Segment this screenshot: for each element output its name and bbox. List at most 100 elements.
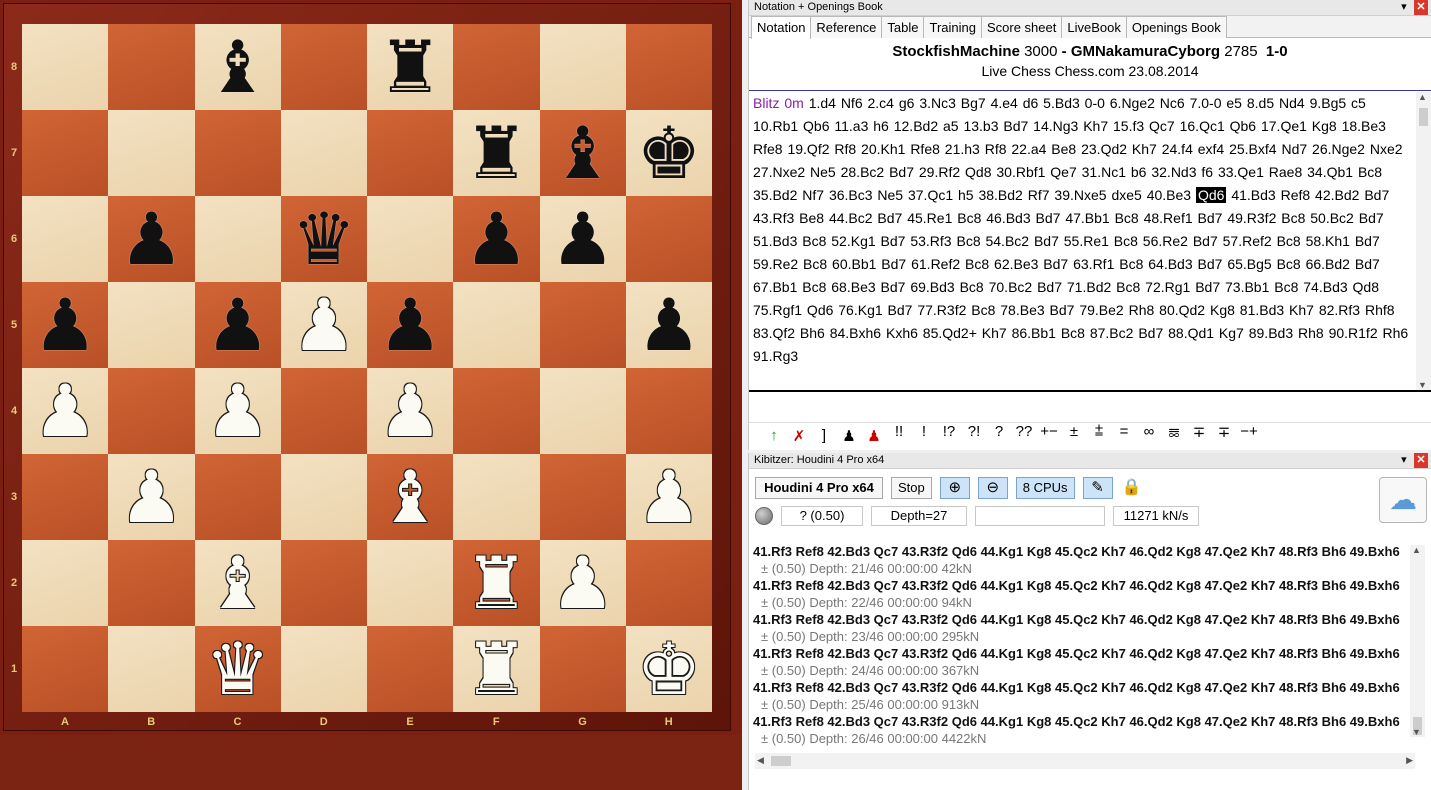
promote-variation-icon[interactable]: ↑ [763,427,785,444]
square-f1[interactable]: ♜ [453,626,540,712]
moves-after[interactable]: 41.Bd3 Ref8 42.Bd2 Bd7 43.Rf3 Be8 44.Bc2… [753,187,1408,364]
square-b6[interactable]: ♟ [108,196,195,282]
square-c1[interactable]: ♛ [194,626,281,712]
black-queen-icon[interactable]: ♛ [281,196,367,282]
stop-button[interactable]: Stop [891,477,932,499]
black-pawn-icon[interactable]: ♟ [626,282,712,368]
square-g2[interactable]: ♟ [539,540,626,626]
square-a4[interactable]: ♟ [22,368,109,454]
kibitzer-hscrollbar[interactable]: ◀ ▶ [755,753,1415,769]
square-d1[interactable] [280,626,367,712]
square-c2[interactable]: ♝ [194,540,281,626]
square-g3[interactable] [539,454,626,540]
square-b2[interactable] [108,540,195,626]
white-pawn-icon[interactable]: ♟ [22,368,108,454]
annotation-symbol-button[interactable]: ⩲ [1088,423,1110,448]
cpus-button[interactable]: 8 CPUs [1015,477,1075,499]
annotation-symbol-button[interactable]: −+ [1238,423,1260,448]
annotation-symbol-button[interactable]: ⯹ [1163,423,1185,448]
black-bishop-icon[interactable]: ♝ [195,24,281,110]
square-d2[interactable] [280,540,367,626]
tab-score-sheet[interactable]: Score sheet [980,16,1063,38]
square-e2[interactable] [367,540,454,626]
black-king-icon[interactable]: ♚ [626,110,712,196]
square-c6[interactable] [194,196,281,282]
square-b8[interactable] [108,24,195,110]
square-a3[interactable] [22,454,109,540]
engine-line-pv[interactable]: 41.Rf3 Ref8 42.Bd3 Qc7 43.R3f2 Qd6 44.Kg… [753,645,1401,662]
annotation-symbol-button[interactable]: !! [888,423,910,448]
square-d8[interactable] [280,24,367,110]
annotation-symbol-button[interactable]: ± [1063,423,1085,448]
engine-line-pv[interactable]: 41.Rf3 Ref8 42.Bd3 Qc7 43.R3f2 Qd6 44.Kg… [753,679,1401,696]
square-a1[interactable] [22,626,109,712]
engine-lines[interactable]: 41.Rf3 Ref8 42.Bd3 Qc7 43.R3f2 Qd6 44.Kg… [753,543,1401,751]
black-bishop-icon[interactable]: ♝ [540,110,626,196]
tab-livebook[interactable]: LiveBook [1061,16,1127,38]
tab-openings-book[interactable]: Openings Book [1125,16,1227,38]
dropdown-icon[interactable]: ▾ [1397,453,1411,468]
scroll-up-icon[interactable]: ▲ [1418,92,1427,102]
square-f2[interactable]: ♜ [453,540,540,626]
square-d4[interactable] [280,368,367,454]
square-e4[interactable]: ♟ [367,368,454,454]
black-pawn-icon[interactable]: ♟ [453,196,539,282]
square-c8[interactable]: ♝ [194,24,281,110]
zoom-in-icon[interactable]: ⊕ [939,477,970,499]
engine-line-pv[interactable]: 41.Rf3 Ref8 42.Bd3 Qc7 43.R3f2 Qd6 44.Kg… [753,577,1401,594]
engine-name-button[interactable]: Houdini 4 Pro x64 [755,477,883,499]
white-pawn-icon[interactable]: ♟ [108,454,194,540]
square-b7[interactable] [108,110,195,196]
square-e3[interactable]: ♝ [367,454,454,540]
square-g4[interactable] [539,368,626,454]
square-f3[interactable] [453,454,540,540]
square-f7[interactable]: ♜ [453,110,540,196]
engine-status-icon[interactable] [755,507,773,525]
square-a5[interactable]: ♟ [22,282,109,368]
annotation-symbol-button[interactable]: ∓ [1188,423,1210,448]
square-d3[interactable] [280,454,367,540]
square-a8[interactable] [22,24,109,110]
square-f6[interactable]: ♟ [453,196,540,282]
white-rook-icon[interactable]: ♜ [453,626,539,712]
scroll-down-icon[interactable]: ▼ [1412,727,1421,737]
square-d5[interactable]: ♟ [280,282,367,368]
square-h1[interactable]: ♚ [625,626,712,712]
scroll-right-icon[interactable]: ▶ [1406,755,1413,766]
black-pawn-icon[interactable]: ♟ [540,196,626,282]
black-pawn-icon[interactable]: ♟ [108,196,194,282]
square-a6[interactable] [22,196,109,282]
square-h8[interactable] [625,24,712,110]
cloud-icon[interactable]: ☁ [1379,477,1427,523]
annotation-symbol-button[interactable]: ∓ [1213,423,1235,448]
square-b1[interactable] [108,626,195,712]
annotation-symbol-button[interactable]: ?! [963,423,985,448]
square-b3[interactable]: ♟ [108,454,195,540]
black-pawn-icon[interactable]: ♟ [195,282,281,368]
engine-line-pv[interactable]: 41.Rf3 Ref8 42.Bd3 Qc7 43.R3f2 Qd6 44.Kg… [753,543,1401,560]
kibitzer-vscrollbar[interactable]: ▲ ▼ [1410,545,1425,737]
close-icon[interactable]: ✕ [1414,0,1428,15]
square-d7[interactable] [280,110,367,196]
delete-variation-icon[interactable]: ✗ [788,427,810,445]
tab-table[interactable]: Table [881,16,925,38]
square-f4[interactable] [453,368,540,454]
annotation-symbol-button[interactable]: !? [938,423,960,448]
bracket-icon[interactable]: ] [813,427,835,444]
tab-reference[interactable]: Reference [810,16,883,38]
square-c5[interactable]: ♟ [194,282,281,368]
annotation-symbol-button[interactable]: = [1113,423,1135,448]
red-pawn-icon[interactable]: ♟ [863,427,885,445]
square-a7[interactable] [22,110,109,196]
square-f5[interactable] [453,282,540,368]
square-e8[interactable]: ♜ [367,24,454,110]
annotation-symbol-button[interactable]: ∞ [1138,423,1160,448]
edit-icon[interactable]: ✎ [1082,477,1113,499]
white-pawn-icon[interactable]: ♟ [540,540,626,626]
square-h6[interactable] [625,196,712,282]
annotation-symbol-button[interactable]: ? [988,423,1010,448]
square-g1[interactable] [539,626,626,712]
scroll-up-icon[interactable]: ▲ [1412,545,1421,555]
white-pawn-icon[interactable]: ♟ [626,454,712,540]
scroll-thumb[interactable] [771,756,791,766]
